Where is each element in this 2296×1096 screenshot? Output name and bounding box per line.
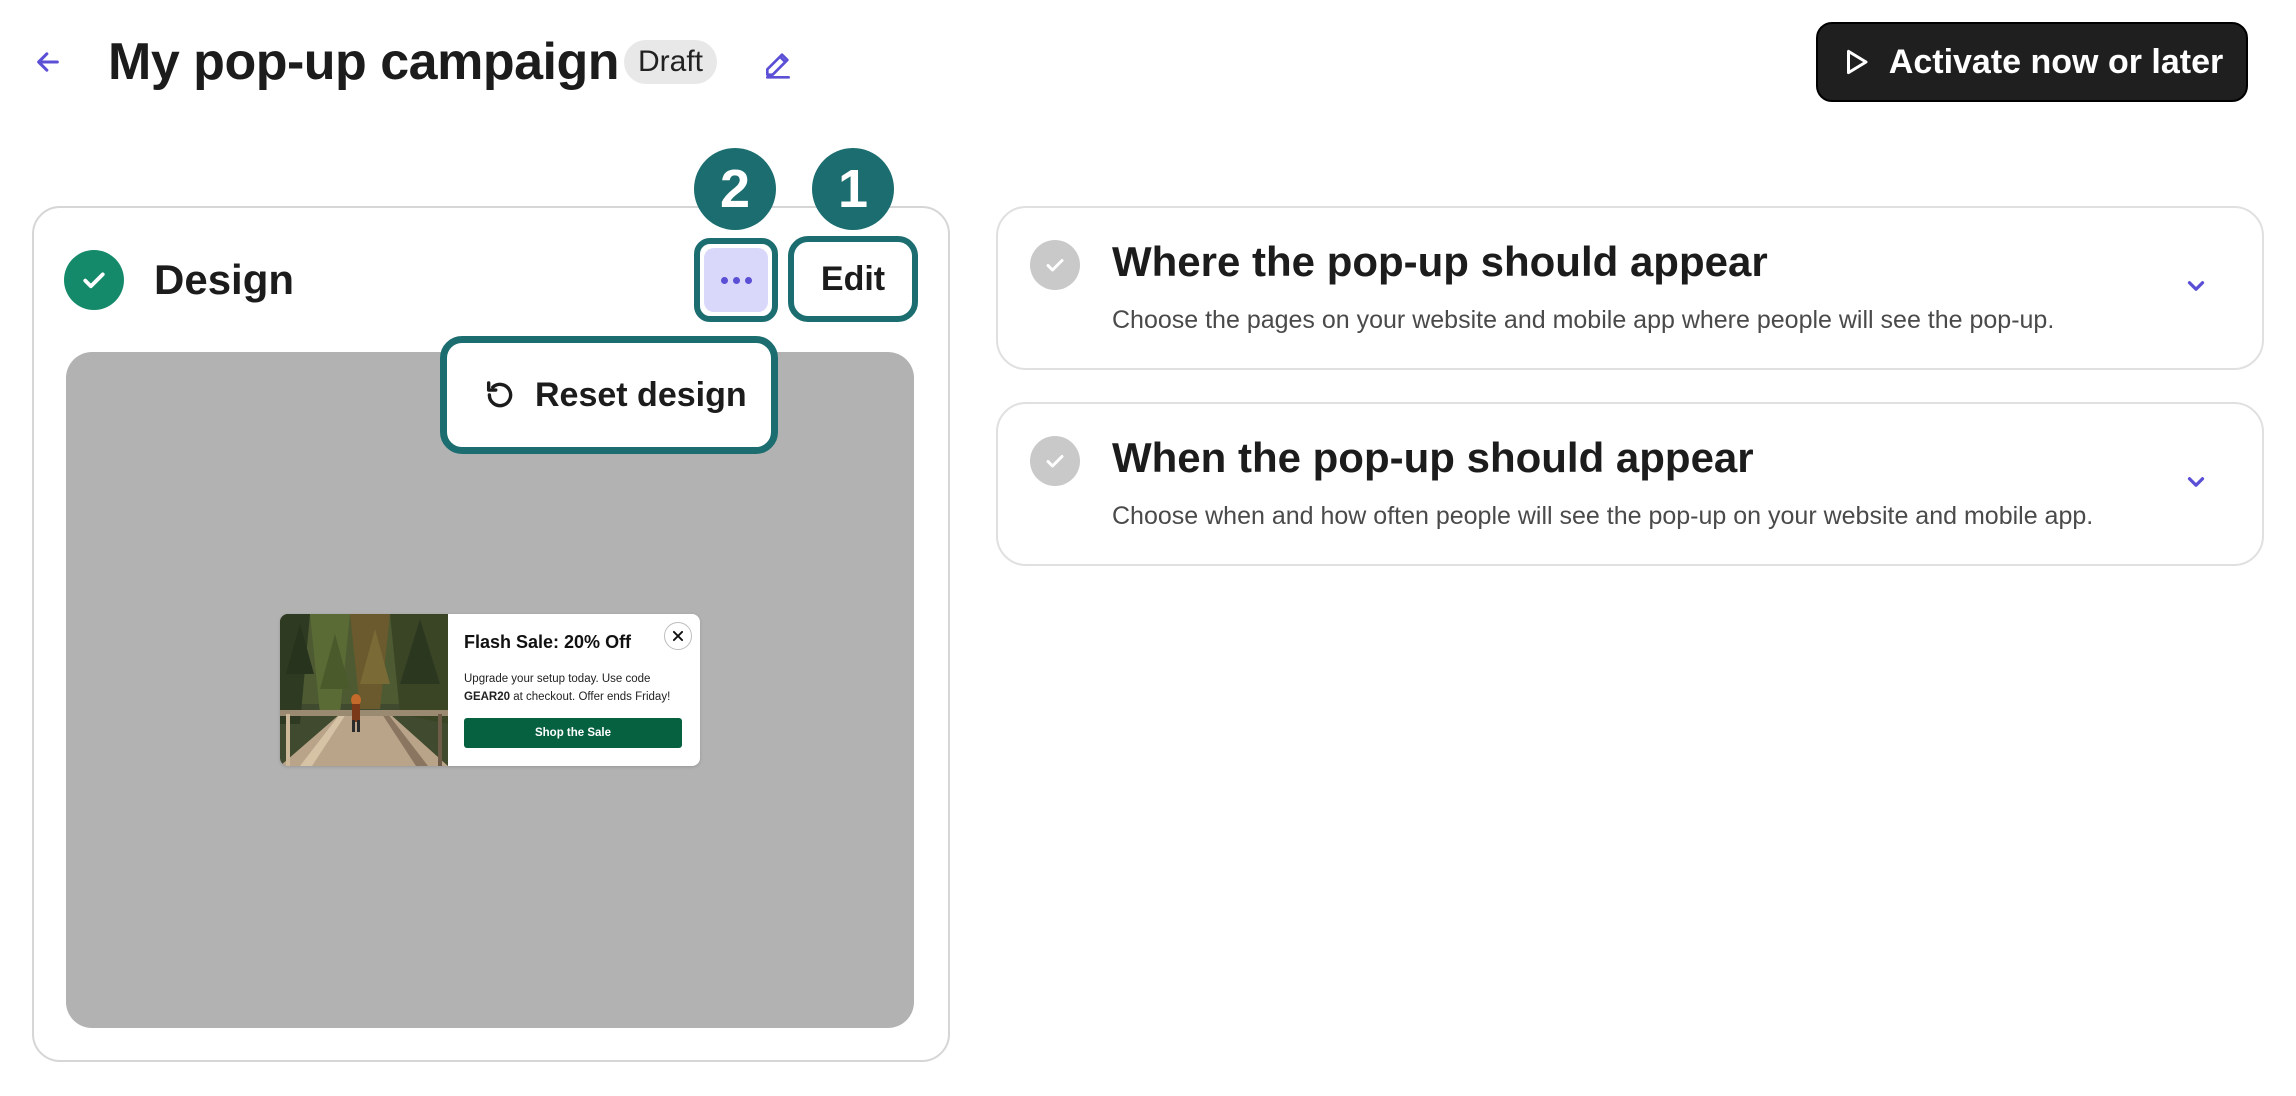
reset-design-menu-item[interactable]: Reset design <box>440 336 778 454</box>
check-icon <box>1046 455 1064 468</box>
undo-icon <box>486 381 513 408</box>
pencil-icon <box>766 53 790 79</box>
popup-preview: Flash Sale: 20% Off Upgrade your setup t… <box>280 614 700 766</box>
chevron-down-icon[interactable] <box>2178 268 2214 304</box>
promo-code: GEAR20 <box>464 691 511 703</box>
page-title: My pop-up campaign <box>108 33 620 91</box>
ellipsis-icon <box>704 248 768 312</box>
section-when[interactable]: When the pop-up should appear Choose whe… <box>996 402 2264 566</box>
section-title: Where the pop-up should appear <box>1112 238 1768 285</box>
rename-button[interactable] <box>758 44 798 84</box>
section-where[interactable]: Where the pop-up should appear Choose th… <box>996 206 2264 370</box>
section-description: Choose when and how often people will se… <box>1112 502 2094 530</box>
close-icon <box>672 630 684 642</box>
more-options-button[interactable] <box>694 238 778 322</box>
status-badge: Draft <box>624 40 718 84</box>
activate-button[interactable]: Activate now or later <box>1816 22 2248 102</box>
popup-image <box>280 614 448 766</box>
section-status-check <box>1030 240 1080 290</box>
step-marker-1: 1 <box>812 148 894 230</box>
design-title: Design <box>154 256 295 303</box>
popup-cta-button[interactable]: Shop the Sale <box>464 718 682 748</box>
step-marker-2: 2 <box>694 148 776 230</box>
check-icon <box>1046 259 1064 272</box>
reset-design-label: Reset design <box>535 375 747 414</box>
design-status-check <box>64 250 124 310</box>
popup-body: Upgrade your setup today. Use code GEAR2… <box>464 673 671 703</box>
popup-close-button[interactable] <box>664 622 692 650</box>
activate-button-label: Activate now or later <box>1888 42 2224 81</box>
arrow-left-icon <box>37 52 59 72</box>
popup-title: Flash Sale: 20% Off <box>464 632 632 652</box>
chevron-down-icon[interactable] <box>2178 464 2214 500</box>
edit-button[interactable]: Edit <box>788 236 918 322</box>
section-description: Choose the pages on your website and mob… <box>1112 306 2055 334</box>
check-icon <box>83 272 105 289</box>
section-status-check <box>1030 436 1080 486</box>
section-title: When the pop-up should appear <box>1112 434 1754 481</box>
play-icon <box>1846 49 1868 75</box>
back-button[interactable] <box>30 44 66 80</box>
